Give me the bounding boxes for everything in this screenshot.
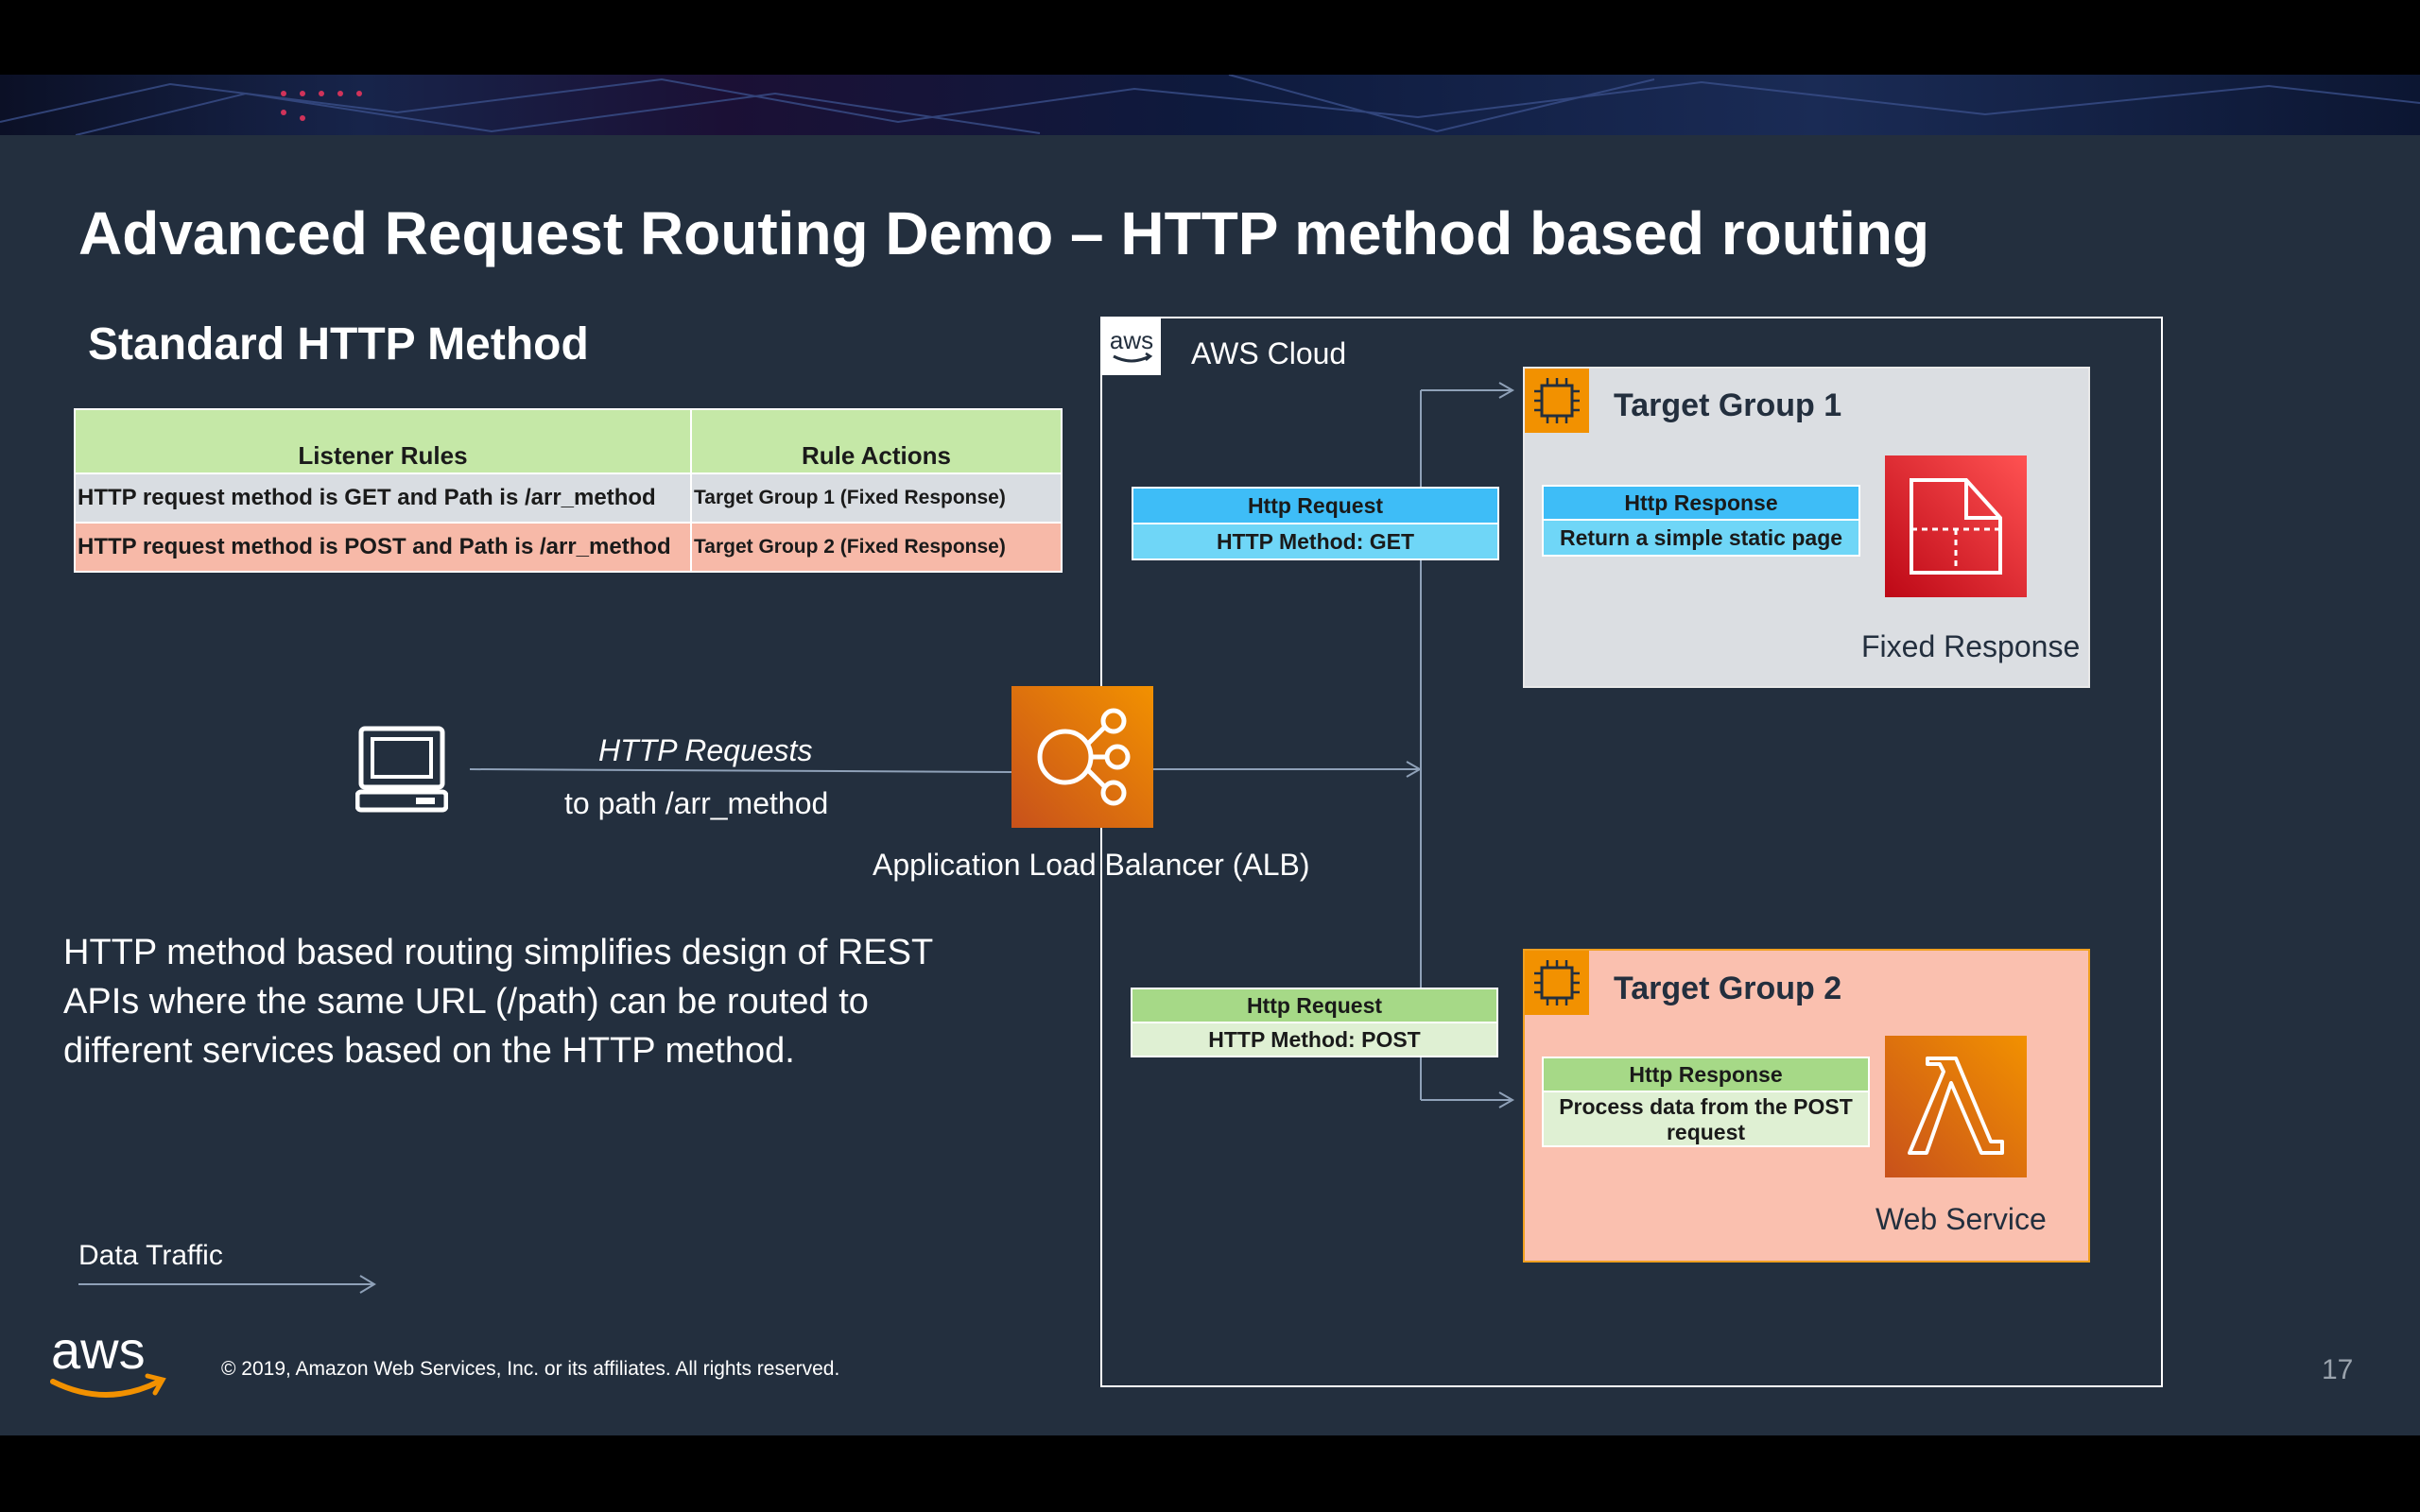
target-group-1-title: Target Group 1 [1614, 387, 1842, 423]
post-request-method: HTTP Method: POST [1131, 1022, 1498, 1057]
flow-label-http-requests: HTTP Requests [598, 733, 813, 767]
chip-icon [1525, 369, 1589, 433]
client-to-alb-line [469, 768, 1012, 773]
flow-label-path: to path /arr_method [564, 786, 829, 820]
tg2-response-head: Http Response [1542, 1057, 1870, 1092]
legend-data-traffic: Data Traffic [78, 1240, 223, 1271]
get-request-method: HTTP Method: GET [1132, 523, 1499, 560]
laptop-icon [354, 726, 449, 813]
fixed-response-label: Fixed Response [1861, 629, 2081, 663]
svg-text:aws: aws [51, 1321, 146, 1380]
lambda-icon [1885, 1036, 2027, 1177]
alb-icon [1011, 686, 1153, 828]
web-service-label: Web Service [1876, 1202, 2047, 1236]
post-request-head: Http Request [1131, 988, 1498, 1023]
get-request-head: Http Request [1132, 487, 1499, 524]
tg1-response-detail: Return a simple static page [1542, 519, 1860, 557]
target-group-2-title: Target Group 2 [1614, 971, 1842, 1006]
page-number: 17 [2322, 1354, 2354, 1385]
tg2-response-detail: Process data from the POST request [1542, 1091, 1870, 1147]
chip-icon [1525, 951, 1589, 1015]
fixed-response-icon [1885, 455, 2027, 597]
alb-label: Application Load Balancer (ALB) [873, 848, 1310, 882]
aws-logo: aws [47, 1320, 170, 1406]
tg1-response-head: Http Response [1542, 485, 1860, 521]
body-description: HTTP method based routing simplifies des… [63, 933, 933, 1071]
copyright-text: © 2019, Amazon Web Services, Inc. or its… [221, 1358, 840, 1380]
